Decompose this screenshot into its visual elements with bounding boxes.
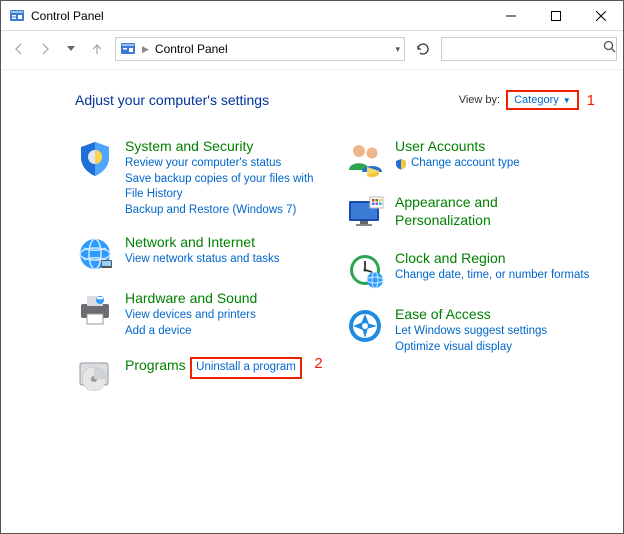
category-appearance: Appearance and Personalization xyxy=(345,194,595,234)
search-box[interactable] xyxy=(441,37,617,61)
refresh-button[interactable] xyxy=(411,37,435,61)
category-clock-region: Clock and Region Change date, time, or n… xyxy=(345,250,595,290)
link-suggest-settings[interactable]: Let Windows suggest settings xyxy=(395,324,595,340)
address-bar[interactable]: ▶ Control Panel ▾ xyxy=(115,37,405,61)
ease-access-icon xyxy=(345,306,385,346)
link-optimize-display[interactable]: Optimize visual display xyxy=(395,340,595,356)
link-network-status[interactable]: View network status and tasks xyxy=(125,252,325,268)
disc-icon xyxy=(75,355,115,395)
category-title[interactable]: Appearance and Personalization xyxy=(395,194,498,228)
category-network-internet: Network and Internet View network status… xyxy=(75,234,325,274)
navigation-bar: ▶ Control Panel ▾ xyxy=(1,31,623,67)
link-change-account-type[interactable]: Change account type xyxy=(411,156,520,172)
category-title[interactable]: Hardware and Sound xyxy=(125,290,257,306)
chevron-down-icon: ▼ xyxy=(563,96,571,105)
content-area: Adjust your computer's settings View by:… xyxy=(1,70,623,411)
minimize-button[interactable] xyxy=(488,1,533,30)
page-headline: Adjust your computer's settings xyxy=(75,92,459,108)
category-column-left: System and Security Review your computer… xyxy=(75,138,325,411)
titlebar: Control Panel xyxy=(1,1,623,31)
category-column-right: User Accounts Change account type xyxy=(345,138,595,411)
category-title[interactable]: Ease of Access xyxy=(395,306,491,322)
shield-icon xyxy=(75,138,115,178)
category-title[interactable]: Clock and Region xyxy=(395,250,506,266)
maximize-button[interactable] xyxy=(533,1,578,30)
link-uninstall-program[interactable]: Uninstall a program xyxy=(190,357,302,379)
address-text: Control Panel xyxy=(155,42,390,56)
category-hardware-sound: Hardware and Sound View devices and prin… xyxy=(75,290,325,339)
control-panel-icon xyxy=(120,41,136,57)
category-ease-of-access: Ease of Access Let Windows suggest setti… xyxy=(345,306,595,355)
shield-small-icon xyxy=(395,158,407,170)
search-icon[interactable] xyxy=(603,40,616,58)
annotation-2: 2 xyxy=(314,355,322,372)
forward-button[interactable] xyxy=(33,37,57,61)
back-button[interactable] xyxy=(7,37,31,61)
monitor-icon xyxy=(345,194,385,234)
viewby-label: View by: xyxy=(459,94,500,106)
search-input[interactable] xyxy=(448,42,603,56)
window-title: Control Panel xyxy=(31,9,488,23)
link-backup-restore[interactable]: Backup and Restore (Windows 7) xyxy=(125,203,325,219)
globe-icon xyxy=(75,234,115,274)
chevron-down-icon[interactable]: ▾ xyxy=(395,44,400,55)
printer-icon xyxy=(75,290,115,330)
category-title[interactable]: System and Security xyxy=(125,138,253,154)
category-title[interactable]: User Accounts xyxy=(395,138,485,154)
annotation-1: 1 xyxy=(587,92,595,109)
recent-locations-button[interactable] xyxy=(59,37,83,61)
category-user-accounts: User Accounts Change account type xyxy=(345,138,595,178)
clock-icon xyxy=(345,250,385,290)
category-system-security: System and Security Review your computer… xyxy=(75,138,325,218)
category-title[interactable]: Network and Internet xyxy=(125,234,255,250)
link-date-time-formats[interactable]: Change date, time, or number formats xyxy=(395,268,595,284)
up-button[interactable] xyxy=(85,37,109,61)
viewby-value: Category xyxy=(514,94,559,106)
close-button[interactable] xyxy=(578,1,623,30)
users-icon xyxy=(345,138,385,178)
link-file-history[interactable]: Save backup copies of your files with Fi… xyxy=(125,172,325,203)
link-devices-printers[interactable]: View devices and printers xyxy=(125,308,325,324)
viewby-dropdown[interactable]: Category ▼ xyxy=(506,90,579,110)
link-review-status[interactable]: Review your computer's status xyxy=(125,156,325,172)
chevron-right-icon: ▶ xyxy=(142,44,149,55)
link-add-device[interactable]: Add a device xyxy=(125,324,325,340)
category-title[interactable]: Programs xyxy=(125,357,186,373)
category-programs: Programs Uninstall a program 2 xyxy=(75,355,325,395)
control-panel-icon xyxy=(9,8,25,24)
